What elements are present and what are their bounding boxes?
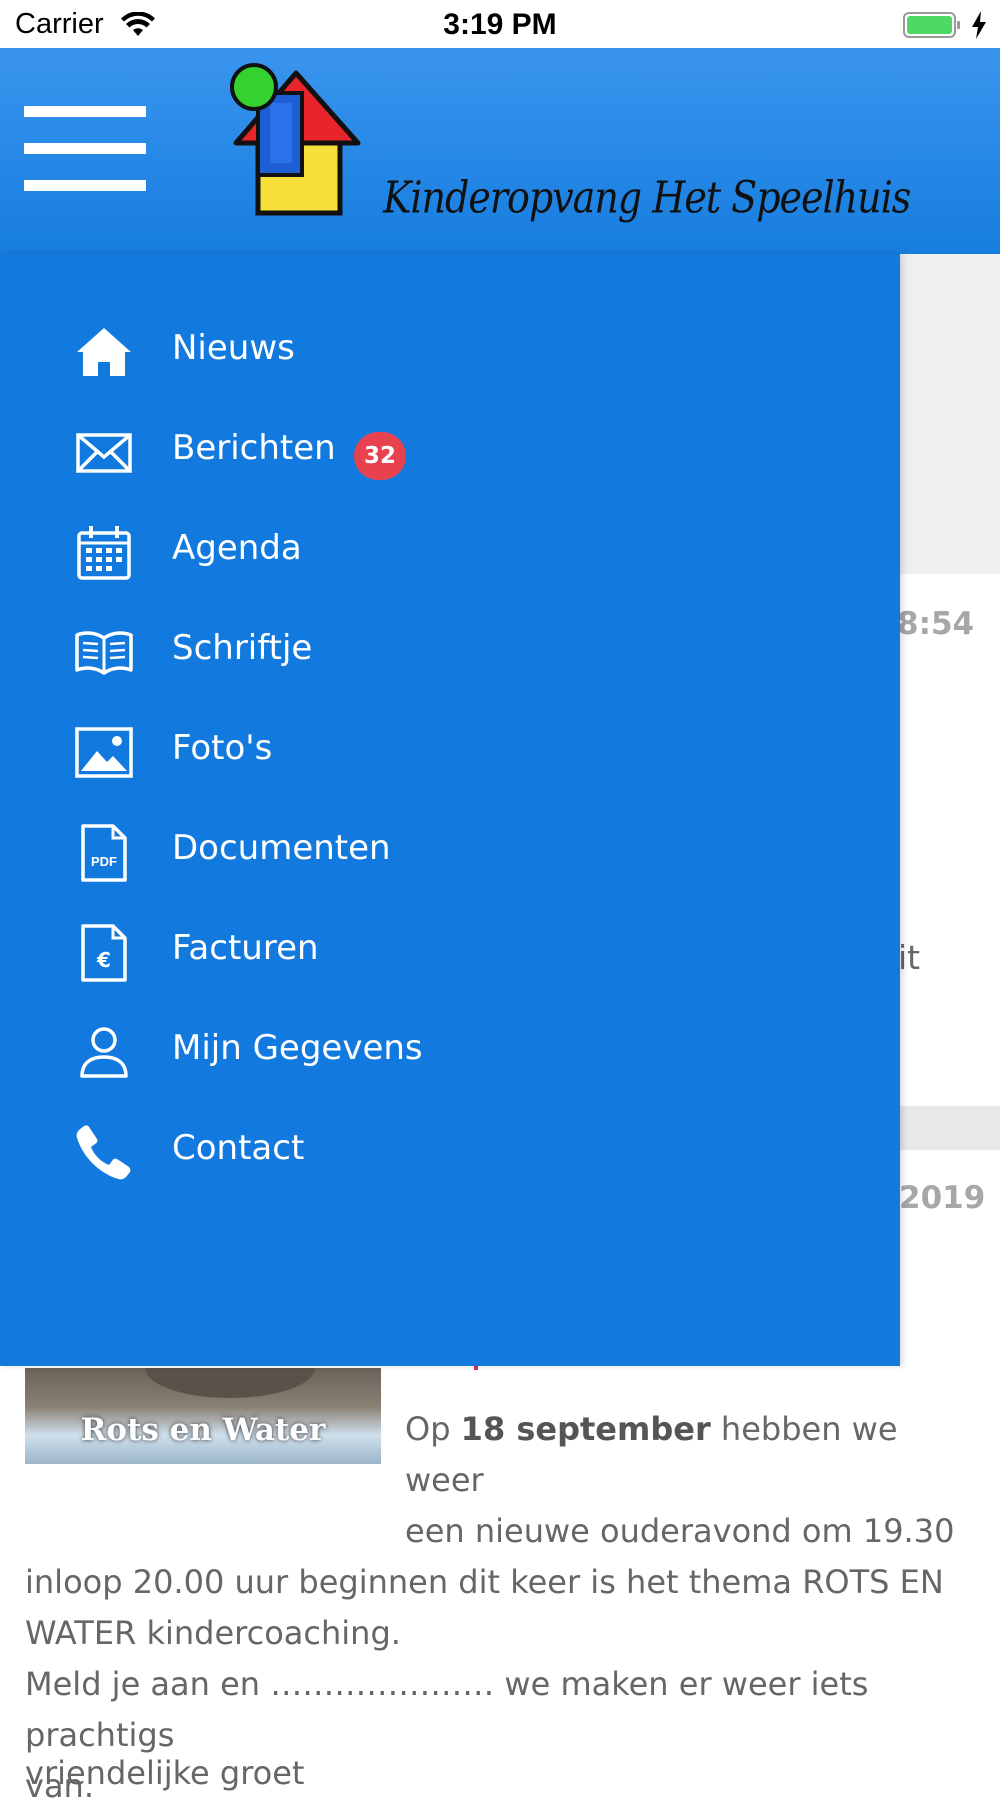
charging-icon (972, 11, 986, 39)
menu-item-mijn-gegevens[interactable]: Mijn Gegevens (0, 1006, 900, 1106)
menu-item-schriftje[interactable]: Schriftje (0, 606, 900, 706)
navigation-drawer: Nieuws Berichten 32 Agenda Schriftje Fot… (0, 254, 900, 1366)
news-text-fragment: it (898, 938, 921, 977)
logo-house-icon (230, 63, 361, 216)
menu-item-label: Berichten (172, 428, 336, 468)
news-date-bold: 18 september (460, 1410, 711, 1448)
home-icon (77, 328, 131, 376)
menu-item-label: Schriftje (172, 628, 313, 668)
menu-item-facturen[interactable]: € Facturen (0, 906, 900, 1006)
news-body-line-3: inloop 20.00 uur beginnen dit keer is he… (25, 1563, 944, 1601)
menu-item-label: Documenten (172, 828, 391, 868)
status-bar: Carrier 3:19 PM (0, 0, 1000, 48)
book-icon (75, 631, 133, 675)
logo-text: Kinderopvang Het Speelhuis (383, 172, 911, 223)
menu-item-nieuws[interactable]: Nieuws (0, 306, 900, 406)
unread-count-badge: 32 (354, 432, 406, 480)
news-bottom-fragment: vriendelijke groet (25, 1754, 305, 1792)
image-icon (75, 727, 133, 778)
menu-item-label: Mijn Gegevens (172, 1028, 423, 1068)
menu-item-label: Nieuws (172, 328, 295, 368)
news-body-line-4: WATER kindercoaching. (25, 1614, 401, 1652)
svg-text:PDF: PDF (91, 854, 117, 869)
menu-item-berichten[interactable]: Berichten 32 (0, 406, 900, 506)
news-body-line-5: Meld je aan en ………………… we maken er weer … (25, 1665, 869, 1754)
invoice-euro-icon: € (81, 924, 127, 982)
menu-item-label: Foto's (172, 728, 273, 768)
battery-icon (903, 12, 960, 38)
stone-shape (145, 1368, 315, 1398)
menu-item-agenda[interactable]: Agenda (0, 506, 900, 606)
app-header: Kinderopvang Het Speelhuis (0, 48, 1000, 254)
pdf-icon: PDF (81, 824, 127, 882)
phone-icon (76, 1125, 131, 1180)
news-time-fragment: 8:54 (897, 606, 975, 642)
menu-item-contact[interactable]: Contact (0, 1106, 900, 1206)
clock: 3:19 PM (443, 8, 557, 41)
news-body-line-1: Op 18 september hebben we weer (405, 1410, 898, 1499)
menu-item-label: Agenda (172, 528, 302, 568)
user-icon (80, 1027, 128, 1078)
news-body-line-2: een nieuwe ouderavond om 19.30 (405, 1512, 955, 1550)
news-date-fragment: 2019 (899, 1180, 986, 1216)
envelope-icon (76, 433, 132, 473)
hamburger-icon[interactable] (24, 106, 146, 192)
menu-item-fotos[interactable]: Foto's (0, 706, 900, 806)
calendar-icon (77, 526, 131, 580)
svg-text:€: € (96, 948, 111, 972)
menu-item-label: Facturen (172, 928, 319, 968)
menu-item-documenten[interactable]: PDF Documenten (0, 806, 900, 906)
news-body: Op 18 september hebben we weer een nieuw… (25, 1404, 985, 1812)
news-card-image-placeholder (900, 254, 1000, 574)
menu-item-label: Contact (172, 1128, 305, 1168)
